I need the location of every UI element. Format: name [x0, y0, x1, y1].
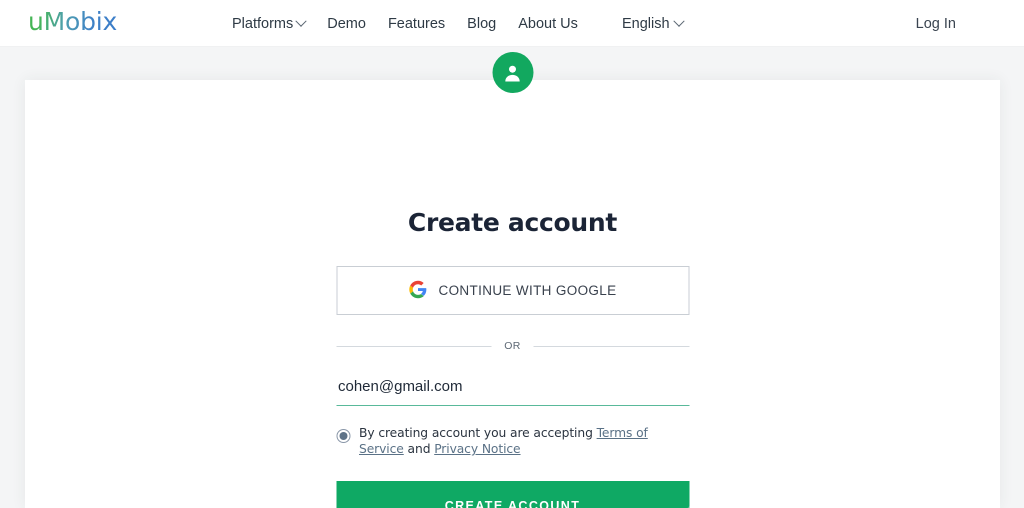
site-header: uMobix Platforms Demo Features Blog Abou…: [0, 0, 1024, 47]
nav-item-label: Platforms: [232, 15, 294, 32]
language-label: English: [622, 15, 670, 32]
google-g-icon: [408, 280, 427, 302]
language-selector[interactable]: English: [622, 0, 685, 47]
create-account-button[interactable]: CREATE ACCOUNT: [336, 481, 689, 508]
chevron-down-icon: [295, 15, 307, 27]
consent-text-between: and: [403, 442, 435, 456]
divider-line-left: [336, 345, 492, 347]
user-avatar-icon: [492, 52, 533, 93]
privacy-notice-link[interactable]: Privacy Notice: [434, 442, 520, 456]
signup-card: Create account CONTINUE WITH GOOGLE OR c…: [25, 52, 1000, 508]
nav-item-platforms[interactable]: Platforms: [232, 15, 307, 32]
log-in-button[interactable]: Log In: [916, 0, 956, 47]
email-input[interactable]: [336, 374, 689, 406]
create-account-label: CREATE ACCOUNT: [444, 498, 581, 508]
signup-form: Create account CONTINUE WITH GOOGLE OR c…: [336, 208, 689, 508]
logo[interactable]: uMobix: [28, 7, 117, 36]
nav-item-about-us[interactable]: About Us: [518, 16, 578, 32]
chevron-down-icon: [672, 15, 685, 27]
nav-item-features[interactable]: Features: [388, 16, 445, 32]
consent-text: By creating account you are accepting Te…: [359, 425, 689, 457]
checkbox-dot: [339, 432, 347, 440]
google-button-label: CONTINUE WITH GOOGLE: [438, 283, 617, 298]
nav-item-blog[interactable]: Blog: [467, 16, 496, 32]
continue-with-google-button[interactable]: CONTINUE WITH GOOGLE: [336, 266, 689, 315]
divider-label: OR: [504, 340, 521, 352]
divider-line-right: [533, 345, 689, 347]
page-body: Create account CONTINUE WITH GOOGLE OR c…: [0, 47, 1024, 508]
consent-text-before: By creating account you are accepting: [359, 426, 597, 440]
or-divider: OR: [336, 340, 689, 352]
nav-item-demo[interactable]: Demo: [327, 16, 366, 32]
main-navigation: Platforms Demo Features Blog About Us: [232, 0, 578, 47]
page-title: Create account: [407, 208, 618, 237]
consent-row: By creating account you are accepting Te…: [336, 425, 689, 457]
checked-radio-icon[interactable]: [336, 429, 350, 443]
